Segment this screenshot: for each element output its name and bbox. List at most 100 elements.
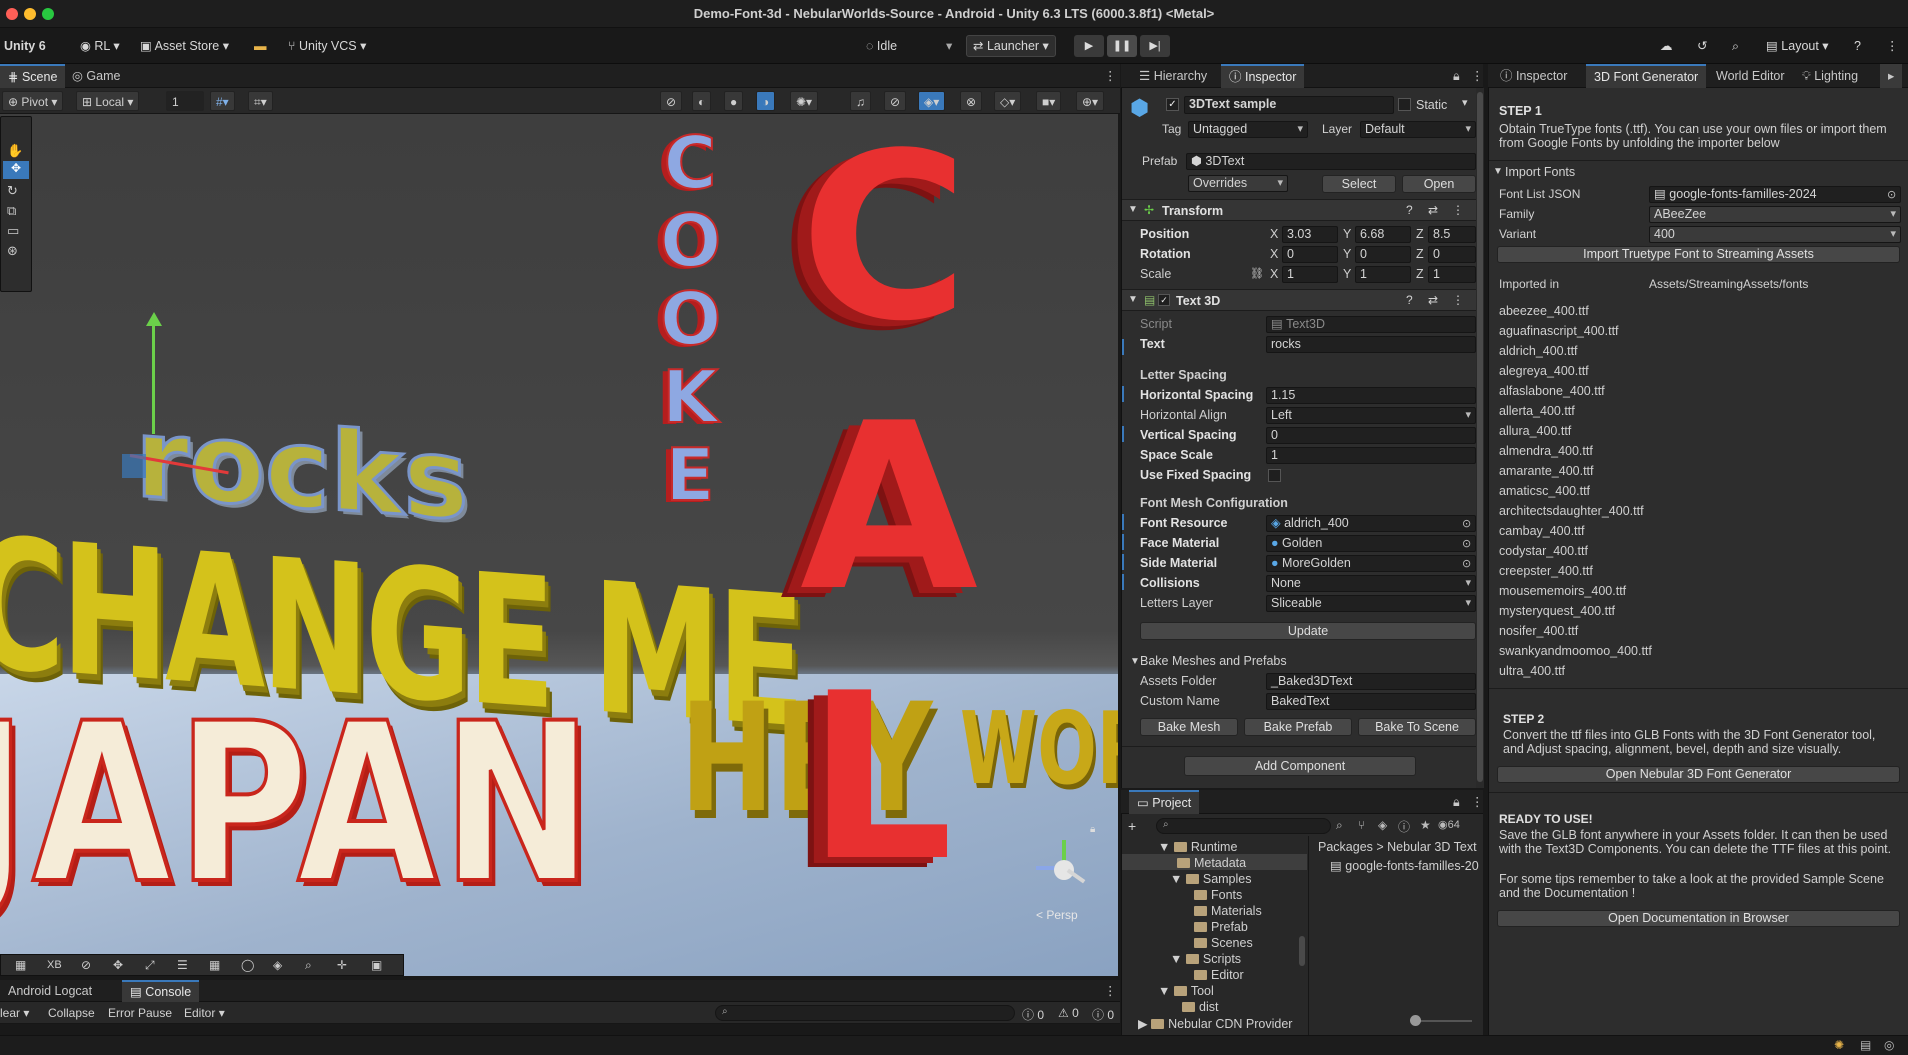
- tree-item[interactable]: Materials: [1194, 904, 1262, 918]
- prefab-select-button[interactable]: Select: [1322, 175, 1396, 193]
- create-asset-icon[interactable]: +: [1128, 818, 1136, 834]
- bake-prefab-button[interactable]: Bake Prefab: [1244, 718, 1352, 736]
- tab-inspector[interactable]: ⓘ Inspector: [1221, 64, 1305, 88]
- inspector-scrollbar[interactable]: [1476, 88, 1484, 788]
- error-count[interactable]: ⓘ 0: [1092, 1006, 1114, 1023]
- text3d-cooke[interactable]: COOKE: [659, 123, 722, 515]
- component-menu-icon[interactable]: ⋮: [1452, 203, 1464, 217]
- project-search-input[interactable]: ⌕: [1156, 818, 1331, 834]
- open-docs-button[interactable]: Open Documentation in Browser: [1497, 910, 1900, 927]
- font-file-item[interactable]: creepster_400.ttf: [1499, 564, 1593, 578]
- preset-icon[interactable]: ⇄: [1428, 293, 1438, 307]
- tree-item[interactable]: Scenes: [1194, 936, 1253, 950]
- warning-count[interactable]: ⚠ 0: [1058, 1006, 1079, 1020]
- update-button[interactable]: Update: [1140, 622, 1476, 640]
- overlay-grid2-icon[interactable]: ▦: [209, 958, 220, 972]
- package-manager-icon[interactable]: ▬: [254, 36, 267, 56]
- prefab-open-button[interactable]: Open: [1402, 175, 1476, 193]
- clear-button[interactable]: lear ▾: [0, 1006, 29, 1020]
- collisions-dropdown[interactable]: None: [1266, 575, 1476, 592]
- space-scale-input[interactable]: 1: [1266, 447, 1476, 464]
- snap-toggle-icon[interactable]: ⌗▾: [248, 91, 273, 111]
- shaded-icon[interactable]: ●: [724, 91, 744, 111]
- overrides-dropdown[interactable]: Overrides: [1188, 175, 1288, 192]
- scale-link-icon[interactable]: ⛓: [1250, 267, 1264, 280]
- font-file-item[interactable]: aguafinascript_400.ttf: [1499, 324, 1619, 338]
- orientation-gizmo[interactable]: 🔒︎: [1030, 824, 1100, 904]
- font-file-item[interactable]: allerta_400.ttf: [1499, 404, 1575, 418]
- shaded-wire-icon[interactable]: ◐: [692, 91, 712, 111]
- fixed-spacing-checkbox[interactable]: [1268, 469, 1281, 482]
- scale-tool-icon[interactable]: ⧉: [7, 203, 16, 219]
- h-align-dropdown[interactable]: Left: [1266, 407, 1476, 424]
- project-file-item[interactable]: ▤ google-fonts-familles-20: [1330, 858, 1479, 873]
- layers-icon[interactable]: ◈▾: [918, 91, 946, 111]
- filter-icon[interactable]: ⑂: [1358, 818, 1365, 832]
- object-name-input[interactable]: 3DText sample: [1184, 96, 1394, 114]
- font-file-item[interactable]: swankyandmoomoo_400.ttf: [1499, 644, 1652, 658]
- lighting-status-icon[interactable]: ✺: [1834, 1038, 1844, 1052]
- import-foldout-icon[interactable]: ▼: [1493, 166, 1503, 177]
- tree-scrollbar[interactable]: [1298, 836, 1306, 1035]
- help-icon[interactable]: ?: [1854, 36, 1861, 56]
- local-dropdown[interactable]: ⊞ Local ▾: [76, 91, 140, 111]
- bake-to-scene-button[interactable]: Bake To Scene: [1358, 718, 1476, 736]
- camera-icon[interactable]: ■▾: [1036, 91, 1062, 111]
- object-picker-icon[interactable]: ⊙: [1462, 537, 1471, 550]
- font-file-item[interactable]: ultra_400.ttf: [1499, 664, 1565, 678]
- import-fonts-heading[interactable]: Import Fonts: [1505, 165, 1575, 179]
- bake-foldout-icon[interactable]: ▼: [1130, 656, 1140, 667]
- overlay-icon[interactable]: ◇▾: [994, 91, 1022, 111]
- text3d-world[interactable]: WORL: [960, 699, 1118, 799]
- position-z-input[interactable]: 8.5: [1428, 226, 1476, 243]
- tree-item[interactable]: ▼ Runtime: [1158, 840, 1237, 854]
- background-tasks-icon[interactable]: ▤: [1860, 1038, 1871, 1052]
- breadcrumb-nebular[interactable]: Nebular 3D Text: [1387, 840, 1476, 854]
- letters-layer-dropdown[interactable]: Sliceable: [1266, 595, 1476, 612]
- tab-right-inspector[interactable]: ⓘ Inspector: [1492, 64, 1575, 88]
- tab-android-logcat[interactable]: Android Logcat: [0, 980, 100, 1002]
- step-button[interactable]: ▶|: [1140, 35, 1170, 57]
- error-pause-button[interactable]: Error Pause: [108, 1006, 172, 1020]
- tab-game[interactable]: ◎ Game: [64, 64, 128, 88]
- overlay-circle-icon[interactable]: ◯: [241, 958, 254, 972]
- view-tool-icon[interactable]: ✋: [7, 143, 23, 159]
- family-dropdown[interactable]: ABeeZee: [1649, 206, 1901, 223]
- scene-viewport[interactable]: ✋ ✥ ↻ ⧉ ▭ ⊛ rocks CHANGE ME JAPAN HEY WO…: [0, 114, 1118, 976]
- pause-button[interactable]: ❚❚: [1107, 35, 1137, 57]
- move-tool-icon[interactable]: ✥: [3, 161, 29, 179]
- grid-snap-input[interactable]: 1: [166, 91, 204, 111]
- tree-item[interactable]: ▶ Nebular CDN Provider: [1138, 1016, 1292, 1031]
- grid-toggle-icon[interactable]: #▾: [210, 91, 235, 111]
- transform-header[interactable]: ▼ ✢ Transform ? ⇄ ⋮: [1122, 199, 1484, 221]
- font-file-item[interactable]: almendra_400.ttf: [1499, 444, 1593, 458]
- font-file-item[interactable]: allura_400.ttf: [1499, 424, 1571, 438]
- more-menu-icon[interactable]: ⋮: [1886, 36, 1899, 56]
- vcs-dropdown[interactable]: ⑂ Unity VCS ▾: [288, 36, 366, 56]
- help-icon[interactable]: ?: [1406, 203, 1413, 217]
- unity-menu-button[interactable]: Unity 6: [4, 36, 46, 56]
- visibility-icon[interactable]: ⊘: [884, 91, 907, 111]
- gizmos-icon[interactable]: ⊕▾: [1076, 91, 1105, 111]
- tab-hierarchy[interactable]: ☰ Hierarchy: [1131, 64, 1215, 88]
- tab-scene[interactable]: ⋕ Scene: [0, 64, 66, 88]
- launcher-dropdown[interactable]: ⇄ Launcher ▾: [966, 35, 1056, 57]
- font-file-item[interactable]: mousememoirs_400.ttf: [1499, 584, 1626, 598]
- draw-mode-icon[interactable]: ⊘: [660, 91, 683, 111]
- static-dropdown-icon[interactable]: ▾: [1462, 96, 1468, 109]
- info-count[interactable]: ⓘ 0: [1022, 1006, 1044, 1023]
- overlay-grid-icon[interactable]: ▦: [15, 958, 26, 972]
- scale-x-input[interactable]: 1: [1282, 266, 1338, 283]
- font-file-item[interactable]: aldrich_400.ttf: [1499, 344, 1578, 358]
- overlay-layers-icon[interactable]: ◈: [273, 958, 282, 972]
- tree-item[interactable]: ▼ Tool: [1158, 984, 1214, 998]
- scale-y-input[interactable]: 1: [1355, 266, 1411, 283]
- tree-item[interactable]: Prefab: [1194, 920, 1248, 934]
- v-spacing-input[interactable]: 0: [1266, 427, 1476, 444]
- lock-icon[interactable]: 🔒︎: [1090, 824, 1095, 835]
- overlay-snap-icon[interactable]: ⊘: [81, 958, 91, 972]
- h-spacing-input[interactable]: 1.15: [1266, 387, 1476, 404]
- lighting-toggle-icon[interactable]: ◑: [756, 91, 776, 111]
- breadcrumb-packages[interactable]: Packages: [1318, 840, 1373, 854]
- hidden-icon[interactable]: ⊗: [960, 91, 983, 111]
